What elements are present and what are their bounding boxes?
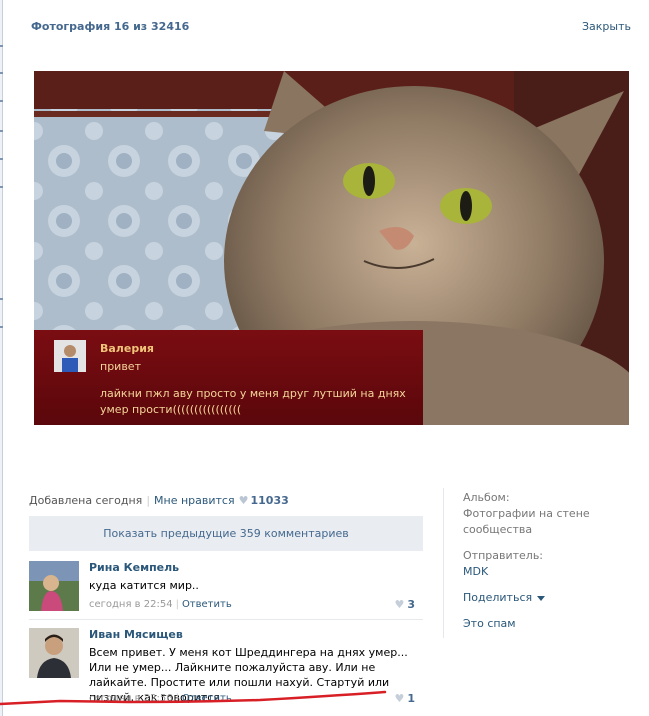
comment-like[interactable]: ♥ 3 <box>394 598 415 611</box>
report-spam-link[interactable]: Это спам <box>463 616 623 632</box>
comment-author[interactable]: Иван Мясищев <box>89 628 183 641</box>
overlay-comment-text: лайкни пжл аву просто у меня друг лутший… <box>100 387 406 416</box>
photo-sidebar: Альбом: Фотографии на стене сообщества О… <box>463 490 623 632</box>
comment-text: куда катится мир.. <box>89 579 199 592</box>
share-link[interactable]: Поделиться <box>463 591 532 604</box>
column-divider <box>443 488 444 638</box>
edge-marker <box>0 186 3 188</box>
comment-like-count: 3 <box>407 598 415 611</box>
comment-meta: сегодня в 22:54 | Ответить <box>89 599 232 610</box>
avatar[interactable] <box>29 628 79 678</box>
show-previous-comments-button[interactable]: Показать предыдущие 359 комментариев <box>29 516 423 551</box>
overlay-comment-greeting: привет <box>100 360 141 373</box>
separator: | <box>146 494 151 507</box>
comment-author[interactable]: Рина Кемпель <box>89 561 179 574</box>
album-value[interactable]: Фотографии на стене сообщества <box>463 506 623 538</box>
edge-marker <box>0 298 3 300</box>
comment-item: Рина Кемпель куда катится мир.. сегодня … <box>29 561 423 613</box>
edge-marker <box>0 45 3 47</box>
comment-like-count: 1 <box>407 692 415 705</box>
sender-link[interactable]: MDK <box>463 564 623 580</box>
overlay-author-name[interactable]: Валерия <box>100 342 154 355</box>
close-link[interactable]: Закрыть <box>582 20 631 33</box>
edge-marker <box>0 100 3 102</box>
photo-viewer-header: Фотография 16 из 32416 Закрыть <box>31 20 631 36</box>
photo-comment-overlay: Валерия привет лайкни пжл аву просто у м… <box>34 330 423 425</box>
reply-link[interactable]: Ответить <box>182 599 232 610</box>
avatar[interactable] <box>54 340 86 372</box>
avatar[interactable] <box>29 561 79 611</box>
photo-info-bar: Добавлена сегодня | Мне нравится ♥ 11033 <box>29 494 289 510</box>
edge-marker <box>0 130 3 132</box>
left-page-edge <box>0 0 3 716</box>
like-count[interactable]: 11033 <box>250 494 288 507</box>
photo-counter-title: Фотография 16 из 32416 <box>31 20 190 33</box>
comment-divider <box>29 619 423 620</box>
chevron-down-icon[interactable] <box>537 595 546 601</box>
heart-icon[interactable]: ♥ <box>394 598 404 611</box>
edge-marker <box>0 72 3 74</box>
edge-marker <box>0 158 3 160</box>
like-button[interactable]: Мне нравится <box>154 494 235 507</box>
edge-marker <box>0 326 3 328</box>
heart-icon[interactable]: ♥ <box>239 494 249 507</box>
comment-time[interactable]: сегодня в 22:54 <box>89 599 173 610</box>
separator: | <box>175 599 179 610</box>
share-menu[interactable]: Поделиться <box>463 590 623 606</box>
sender-label: Отправитель: <box>463 549 544 562</box>
red-underline-annotation <box>0 690 387 706</box>
added-date: Добавлена сегодня <box>29 494 143 507</box>
album-label: Альбом: <box>463 491 510 504</box>
